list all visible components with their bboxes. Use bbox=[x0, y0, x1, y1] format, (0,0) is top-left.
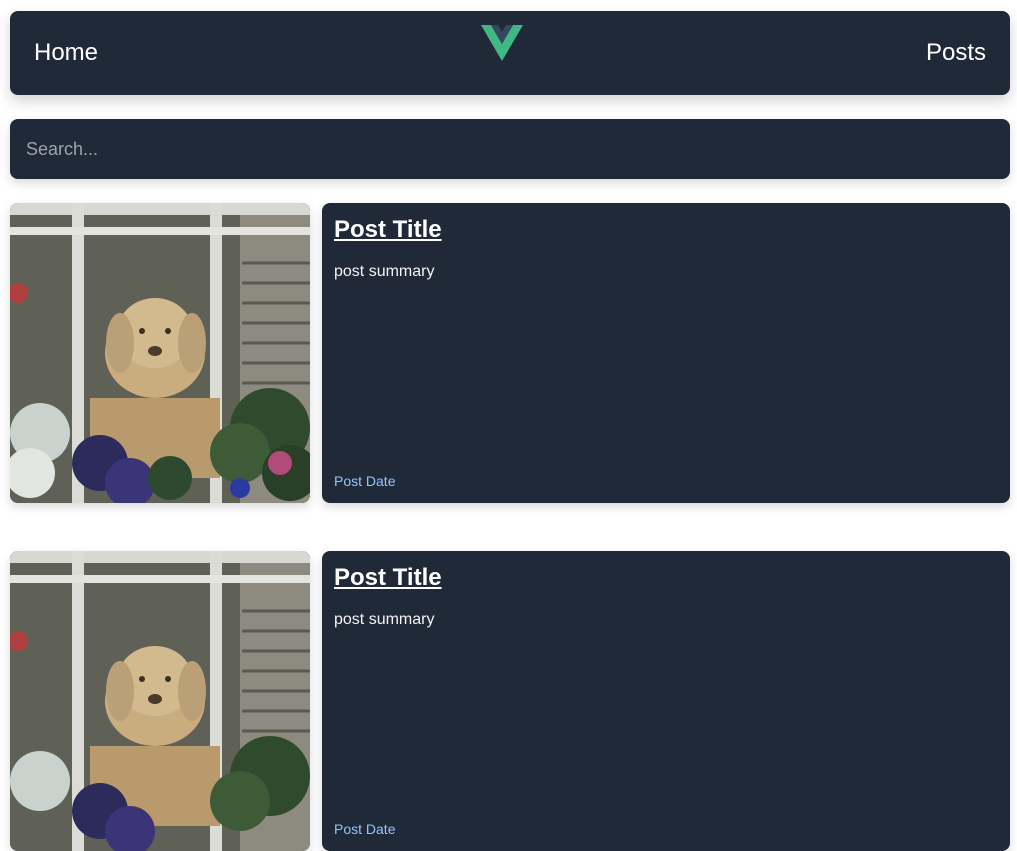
post-summary: post summary bbox=[334, 263, 435, 280]
post-title-link[interactable]: Post Title bbox=[334, 215, 442, 245]
dog-at-window-photo bbox=[10, 203, 310, 503]
nav-posts-link[interactable]: Posts bbox=[926, 39, 986, 67]
search-input[interactable] bbox=[10, 119, 1010, 179]
post-item: Post Title post summary Post Date bbox=[10, 203, 1010, 503]
post-date: Post Date bbox=[334, 821, 396, 837]
post-item: Post Title post summary Post Date bbox=[10, 551, 1010, 851]
post-card: Post Title post summary Post Date bbox=[322, 551, 1010, 851]
post-thumbnail-image[interactable] bbox=[10, 551, 310, 851]
dog-at-window-photo bbox=[10, 551, 310, 851]
post-card: Post Title post summary Post Date bbox=[322, 203, 1010, 503]
nav-home-link[interactable]: Home bbox=[34, 39, 98, 67]
post-thumbnail-image[interactable] bbox=[10, 203, 310, 503]
vue-logo-icon[interactable] bbox=[481, 25, 523, 61]
post-summary: post summary bbox=[334, 611, 435, 628]
post-date: Post Date bbox=[334, 473, 396, 489]
post-title-link[interactable]: Post Title bbox=[334, 563, 442, 593]
